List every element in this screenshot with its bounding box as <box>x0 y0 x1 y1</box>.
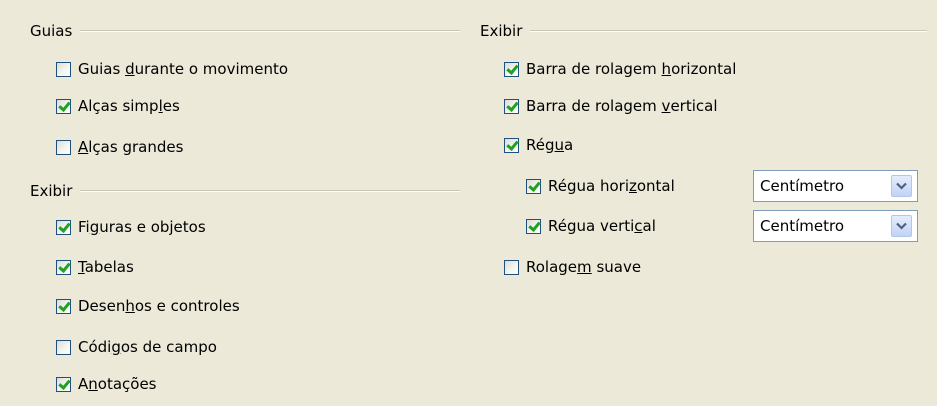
group-title-guias: Guias <box>30 22 460 40</box>
checkbox-box[interactable] <box>504 61 519 77</box>
group-divider <box>530 30 927 32</box>
checkbox-regua-horizontal[interactable]: Régua horizontal <box>526 177 675 195</box>
checkbox-box[interactable] <box>56 98 71 114</box>
group-title-exibir-left: Exibir <box>30 182 460 200</box>
checkbox-tabelas[interactable]: Tabelas <box>56 258 134 276</box>
checkbox-box[interactable] <box>56 259 71 275</box>
checkbox-box[interactable] <box>56 139 71 155</box>
checkbox-label: Régua vertical <box>548 217 656 235</box>
checkbox-label: Guias durante o movimento <box>78 60 289 78</box>
group-title-exibir-right: Exibir <box>480 22 927 40</box>
checkbox-label: Figuras e objetos <box>78 218 206 236</box>
checkbox-label: Tabelas <box>78 258 134 276</box>
dropdown-arrow-button[interactable] <box>891 175 912 197</box>
checkbox-box[interactable] <box>526 218 541 234</box>
checkbox-alcas-simples[interactable]: Alças simples <box>56 97 180 115</box>
group-divider <box>80 30 460 32</box>
group-label: Exibir <box>480 22 523 40</box>
checkbox-box[interactable] <box>56 298 71 314</box>
checkbox-box[interactable] <box>526 178 541 194</box>
checkbox-label: Barra de rolagem horizontal <box>526 60 737 78</box>
checkbox-label: Rolagem suave <box>526 258 642 276</box>
chevron-down-icon <box>896 222 907 230</box>
checkbox-regua[interactable]: Régua <box>504 136 573 154</box>
dropdown-arrow-button[interactable] <box>891 215 912 237</box>
checkbox-label: Alças grandes <box>78 138 184 156</box>
checkbox-box[interactable] <box>56 219 71 235</box>
group-label: Exibir <box>30 182 73 200</box>
checkbox-regua-vertical[interactable]: Régua vertical <box>526 217 656 235</box>
regua-horizontal-unit-select[interactable]: Centímetro <box>753 170 918 202</box>
checkbox-label: Alças simples <box>78 97 180 115</box>
select-value: Centímetro <box>760 217 844 235</box>
checkbox-figuras-objetos[interactable]: Figuras e objetos <box>56 218 206 236</box>
checkbox-box[interactable] <box>56 339 71 355</box>
checkbox-box[interactable] <box>56 61 71 77</box>
checkbox-label: Régua <box>526 136 574 154</box>
checkbox-box[interactable] <box>504 98 519 114</box>
checkbox-codigos-campo[interactable]: Códigos de campo <box>56 338 217 356</box>
group-divider <box>80 190 460 192</box>
checkbox-rolagem-suave[interactable]: Rolagem suave <box>504 258 641 276</box>
checkbox-box[interactable] <box>504 137 519 153</box>
group-label: Guias <box>30 22 73 40</box>
checkbox-anotacoes[interactable]: Anotações <box>56 375 157 393</box>
chevron-down-icon <box>896 182 907 190</box>
checkbox-alcas-grandes[interactable]: Alças grandes <box>56 138 183 156</box>
checkbox-label: Anotações <box>78 375 157 393</box>
checkbox-desenhos-controles[interactable]: Desenhos e controles <box>56 297 240 315</box>
checkbox-label: Desenhos e controles <box>78 297 240 315</box>
checkbox-box[interactable] <box>56 376 71 392</box>
checkbox-barra-rolagem-horizontal[interactable]: Barra de rolagem horizontal <box>504 60 736 78</box>
checkbox-label: Barra de rolagem vertical <box>526 97 718 115</box>
checkbox-guias-durante-movimento[interactable]: Guias durante o movimento <box>56 60 288 78</box>
checkbox-barra-rolagem-vertical[interactable]: Barra de rolagem vertical <box>504 97 718 115</box>
checkbox-label: Régua horizontal <box>548 177 675 195</box>
regua-vertical-unit-select[interactable]: Centímetro <box>753 210 918 242</box>
checkbox-box[interactable] <box>504 259 519 275</box>
select-value: Centímetro <box>760 177 844 195</box>
checkbox-label: Códigos de campo <box>78 338 217 356</box>
